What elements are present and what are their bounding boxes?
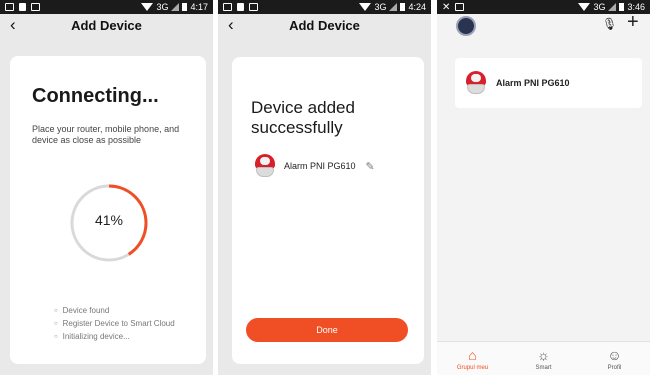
notification-icon [5, 3, 14, 11]
status-time: 4:24 [408, 2, 426, 12]
mail-icon [455, 3, 465, 11]
done-button[interactable]: Done [246, 318, 408, 342]
bottom-tab-bar: ⌂ Grupul meu ☼ Smart ☺ Profil [437, 341, 650, 375]
signal-icon [171, 3, 180, 11]
wifi-icon [359, 3, 372, 11]
profile-icon: ☺ [607, 347, 622, 363]
battery-icon [182, 3, 188, 11]
app-bar: ‹ Add Device [218, 14, 431, 37]
image-icon [31, 3, 40, 11]
tab-label: Smart [535, 365, 552, 371]
sun-icon: ☼ [537, 347, 550, 363]
tab-label: Grupul meu [456, 365, 489, 371]
device-card[interactable]: Alarm PNI PG610 [455, 58, 642, 108]
connecting-subtitle: Place your router, mobile phone, and dev… [32, 124, 180, 145]
tab-label: Profil [607, 365, 622, 371]
status-bar: ✕ 3G 3:46 [437, 0, 650, 14]
wifi-icon [141, 3, 154, 11]
home-icon: ⌂ [468, 347, 477, 363]
step-item: Device found [54, 305, 175, 318]
avatar[interactable] [456, 16, 476, 36]
connecting-title: Connecting... [32, 85, 159, 107]
page-title: Add Device [71, 18, 142, 33]
signal-icon [389, 3, 398, 11]
screen-connecting: 3G 4:17 ‹ Add Device Connecting... Place… [0, 0, 213, 375]
network-type: 3G [593, 2, 606, 12]
battery-icon [619, 3, 625, 11]
edit-name-icon[interactable]: ✎ [366, 160, 375, 173]
tab-grupul-meu[interactable]: ⌂ Grupul meu [437, 342, 508, 375]
add-device-icon[interactable]: + [627, 11, 639, 34]
screen-device-added: 3G 4:24 ‹ Add Device Device added succes… [218, 0, 431, 375]
step-item: Initializing device... [54, 331, 175, 344]
status-bar: 3G 4:24 [218, 0, 431, 14]
device-name: Alarm PNI PG610 [284, 161, 356, 171]
success-title: Device added successfully [251, 98, 355, 137]
page-title: Add Device [289, 18, 360, 33]
signal-icon [608, 3, 617, 11]
progress-ring: 41% [68, 182, 150, 264]
notification-icon [223, 3, 232, 11]
status-bar: 3G 4:17 [0, 0, 213, 14]
alarm-device-icon [255, 154, 275, 178]
step-item: Register Device to Smart Cloud [54, 318, 175, 331]
lock-icon [19, 3, 26, 11]
device-name: Alarm PNI PG610 [496, 78, 570, 88]
screen-home: ✕ 3G 3:46 🎙 + Alarm PNI PG610 ⌂ Grupul m… [437, 0, 650, 375]
battery-icon [400, 3, 406, 11]
back-icon[interactable]: ‹ [228, 15, 234, 35]
network-type: 3G [374, 2, 387, 12]
tab-profil[interactable]: ☺ Profil [579, 342, 650, 375]
image-icon [249, 3, 258, 11]
progress-percent: 41% [94, 212, 124, 228]
back-icon[interactable]: ‹ [10, 15, 16, 35]
alarm-device-icon [466, 71, 486, 95]
added-device-row: Alarm PNI PG610 ✎ [255, 154, 375, 178]
wifi-icon [578, 3, 591, 11]
tools-icon: ✕ [442, 1, 451, 13]
lock-icon [237, 3, 244, 11]
app-bar: ‹ Add Device [0, 14, 213, 37]
microphone-icon[interactable]: 🎙 [602, 17, 617, 31]
connecting-card: Connecting... Place your router, mobile … [10, 56, 206, 364]
network-type: 3G [156, 2, 169, 12]
success-card: Device added successfully Alarm PNI PG61… [232, 57, 424, 364]
home-header: 🎙 + [437, 11, 650, 40]
tab-smart[interactable]: ☼ Smart [508, 342, 579, 375]
status-time: 4:17 [190, 2, 208, 12]
connection-steps: Device found Register Device to Smart Cl… [54, 305, 175, 344]
